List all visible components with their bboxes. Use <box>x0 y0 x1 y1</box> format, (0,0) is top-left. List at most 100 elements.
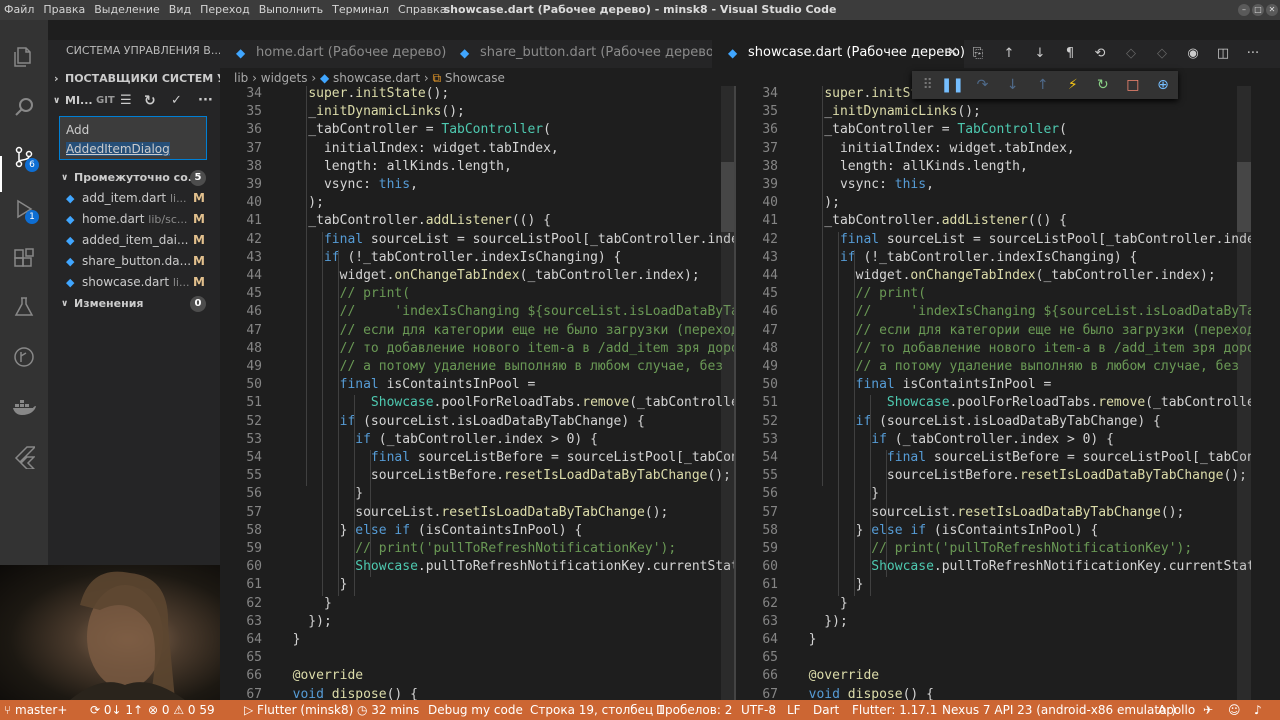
breadcrumb-item[interactable]: widgets <box>261 71 308 85</box>
code-line[interactable]: if (!_tabController.indexIsChanging) { <box>277 250 621 265</box>
code-line[interactable]: initialIndex: widget.tabIndex, <box>277 141 559 156</box>
code-line[interactable]: // а потому удаление выполняю в любом сл… <box>793 359 1240 374</box>
code-line[interactable]: widget.onChangeTabIndex(_tabController.i… <box>277 268 700 283</box>
code-line[interactable]: length: allKinds.length, <box>793 159 1028 174</box>
code-line[interactable]: vsync: this, <box>277 177 418 192</box>
scrollbar-thumb[interactable] <box>721 162 735 232</box>
code-line[interactable]: widget.onChangeTabIndex(_tabController.i… <box>793 268 1216 283</box>
code-line[interactable]: } <box>793 577 864 592</box>
split-editor-icon[interactable]: ◫ <box>1213 44 1233 64</box>
code-line[interactable]: sourceList.resetIsLoadDataByTabChange(); <box>277 505 668 520</box>
inline-diff-icon[interactable]: ⟲ <box>1090 44 1110 64</box>
debug-icon[interactable]: 1 <box>9 194 39 224</box>
step-over-icon[interactable]: ↷ <box>967 71 997 99</box>
breadcrumb-item[interactable]: showcase.dart <box>333 71 420 85</box>
code-line[interactable]: sourceListBefore.resetIsLoadDataByTabCha… <box>793 468 1247 483</box>
code-line[interactable]: initialIndex: widget.tabIndex, <box>793 141 1075 156</box>
code-line[interactable]: // то добавление нового item-а в /add_it… <box>277 341 735 356</box>
code-line[interactable]: } <box>793 632 817 647</box>
more-actions-icon[interactable]: ··· <box>1243 44 1263 64</box>
problems-status[interactable]: ⊗ 0 ⚠ 0 59 <box>148 700 215 720</box>
inspect-widget-icon[interactable]: ⊕ <box>1148 71 1178 99</box>
code-line[interactable]: _tabController = TabController( <box>277 122 551 137</box>
hot-reload-icon[interactable]: ⚡ <box>1058 71 1088 99</box>
rocket-icon[interactable]: ✈ <box>1203 700 1213 720</box>
language-status[interactable]: Dart <box>813 700 839 720</box>
step-into-icon[interactable]: ↓ <box>998 71 1028 99</box>
close-icon[interactable]: ✕ <box>947 40 958 66</box>
search-icon[interactable] <box>9 92 39 122</box>
code-line[interactable]: void dispose() { <box>793 687 934 700</box>
code-line[interactable]: } <box>793 486 879 501</box>
step-out-icon[interactable]: ↑ <box>1028 71 1058 99</box>
pilcrow-icon[interactable]: ¶ <box>1060 44 1080 64</box>
code-line[interactable]: } <box>277 486 363 501</box>
code-line[interactable]: final sourceList = sourceListPool[_tabCo… <box>277 232 735 247</box>
testing-flask-icon[interactable] <box>9 292 39 322</box>
code-line[interactable]: // print( <box>793 286 926 301</box>
arrow-down-icon[interactable]: ↓ <box>1030 44 1050 64</box>
sync-status[interactable]: ⟳ 0↓ 1↑ <box>90 700 143 720</box>
extensions-icon[interactable] <box>9 244 39 274</box>
docker-icon[interactable] <box>9 392 39 422</box>
device-status[interactable]: Nexus 7 API 23 (android-x86 emulator) <box>942 700 1176 720</box>
tab-showcase-dart[interactable]: ◆ showcase.dart (Рабочее дерево) ✕ <box>712 40 965 68</box>
code-line[interactable]: } <box>793 596 848 611</box>
code-line[interactable]: final sourceListBefore = sourceListPool[… <box>793 450 1251 465</box>
next-change-icon[interactable]: ◇ <box>1152 44 1172 64</box>
debug-mode-status[interactable]: Debug my code <box>428 700 523 720</box>
code-line[interactable]: // 'indexIsChanging ${sourceList.isLoadD… <box>277 304 735 319</box>
staged-file-item[interactable]: ◆ showcase.dart li... M <box>48 272 220 293</box>
code-line[interactable]: // print( <box>277 286 410 301</box>
restart-icon[interactable]: ↻ <box>1088 71 1118 99</box>
code-line[interactable]: // то добавление нового item-а в /add_it… <box>793 341 1251 356</box>
editor-right-pane[interactable]: 34 super.initState();35 _initDynamicLink… <box>736 86 1251 700</box>
code-line[interactable]: ); <box>793 195 840 210</box>
more-actions-icon[interactable]: ··· <box>198 90 213 112</box>
branch-status[interactable]: ⑂ master+ <box>4 700 67 720</box>
breadcrumb-item[interactable]: lib <box>234 71 248 85</box>
code-line[interactable]: } <box>277 632 301 647</box>
staged-file-item[interactable]: ◆ home.dart lib/sc... M <box>48 209 220 230</box>
stop-icon[interactable]: □ <box>1118 71 1148 99</box>
code-line[interactable]: // print('pullToRefreshNotificationKey')… <box>793 541 1192 556</box>
breadcrumb-item[interactable]: Showcase <box>445 71 505 85</box>
refresh-icon[interactable]: ↻ <box>144 90 156 112</box>
code-line[interactable]: _tabController = TabController( <box>793 122 1067 137</box>
code-line[interactable]: Showcase.pullToRefreshNotificationKey.cu… <box>277 559 735 574</box>
editor-scrollbar[interactable] <box>1237 86 1251 700</box>
encoding-status[interactable]: UTF-8 <box>741 700 776 720</box>
commit-check-icon[interactable]: ✓ <box>171 90 182 112</box>
git-lens-icon[interactable]: ◉ <box>1183 44 1203 64</box>
tab-share-button-dart[interactable]: ◆ share_button.dart (Рабочее дерево) <box>444 40 719 68</box>
code-line[interactable]: sourceList.resetIsLoadDataByTabChange(); <box>793 505 1184 520</box>
changes-section[interactable]: ∨ Изменения 0 <box>48 293 220 315</box>
code-line[interactable]: vsync: this, <box>793 177 934 192</box>
staged-changes-section[interactable]: ∨ Промежуточно со... 5 <box>48 167 220 189</box>
minimize-button[interactable]: – <box>1238 4 1250 16</box>
explorer-icon[interactable] <box>9 42 39 72</box>
code-line[interactable]: }); <box>277 614 332 629</box>
code-line[interactable]: if (!_tabController.indexIsChanging) { <box>793 250 1137 265</box>
notifications-bell-icon[interactable]: ♪ <box>1254 700 1262 720</box>
drag-handle-icon[interactable]: ⠿ <box>918 71 937 99</box>
code-line[interactable]: final sourceListBefore = sourceListPool[… <box>277 450 735 465</box>
code-line[interactable]: @override <box>277 668 363 683</box>
editor-scrollbar[interactable] <box>721 86 735 700</box>
eol-status[interactable]: LF <box>787 700 801 720</box>
code-line[interactable]: ); <box>277 195 324 210</box>
flutter-project-status[interactable]: ▷ Flutter (minsk8) <box>244 700 353 720</box>
arrow-up-icon[interactable]: ↑ <box>999 44 1019 64</box>
pause-icon[interactable]: ❚❚ <box>937 71 967 99</box>
code-line[interactable]: super.initState(); <box>277 86 449 101</box>
code-line[interactable]: }); <box>793 614 848 629</box>
editor-left-pane[interactable]: 34 super.initState(); 35 _initDynamicLink… <box>220 86 735 700</box>
code-line[interactable]: // 'indexIsChanging ${sourceList.isLoadD… <box>793 304 1251 319</box>
code-line[interactable]: if (_tabController.index > 0) { <box>277 432 598 447</box>
code-line[interactable]: Showcase.poolForReloadTabs.remove(_tabCo… <box>277 395 735 410</box>
feedback-icon[interactable]: ☺ <box>1228 700 1241 720</box>
code-line[interactable]: final isContaintsInPool = <box>277 377 536 392</box>
code-line[interactable]: _tabController.addListener(() { <box>793 213 1067 228</box>
code-line[interactable]: // если для категории еще не было загруз… <box>277 323 735 338</box>
code-line[interactable]: // а потому удаление выполняю в любом сл… <box>277 359 724 374</box>
